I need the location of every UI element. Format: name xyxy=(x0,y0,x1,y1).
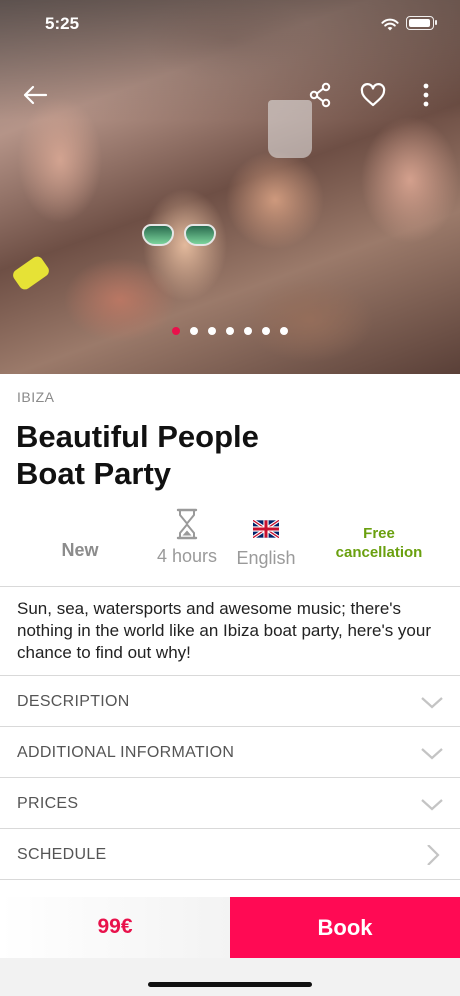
section-additional-information[interactable]: ADDITIONAL INFORMATION xyxy=(0,727,460,778)
carousel-dot[interactable] xyxy=(244,327,252,335)
back-button[interactable] xyxy=(20,80,50,110)
share-button[interactable] xyxy=(305,80,335,110)
section-label: ADDITIONAL INFORMATION xyxy=(17,744,235,761)
chevron-down-icon xyxy=(421,748,443,760)
more-button[interactable] xyxy=(416,80,436,110)
status-time: 5:25 xyxy=(45,14,80,33)
section-description[interactable]: DESCRIPTION xyxy=(0,676,460,727)
carousel-indicator[interactable] xyxy=(172,327,288,337)
title-line-1: Beautiful People xyxy=(16,419,259,454)
features-row: New 4 hours English Free cancellation xyxy=(0,508,460,586)
cancellation-line-2: cancellation xyxy=(335,544,423,561)
price-box: 99€ xyxy=(0,897,230,958)
uk-flag-icon xyxy=(253,520,279,538)
title-line-2: Boat Party xyxy=(16,456,172,491)
arrow-left-icon xyxy=(23,85,48,105)
duration-label: 4 hours xyxy=(156,546,218,566)
divider xyxy=(0,879,460,880)
carousel-dot[interactable] xyxy=(226,327,234,335)
summary-text: Sun, sea, watersports and awesome music;… xyxy=(17,599,432,662)
favorite-button[interactable] xyxy=(358,80,388,110)
status-bar: 5:25 xyxy=(0,0,460,48)
duration-feature: 4 hours xyxy=(148,508,226,567)
chevron-down-icon xyxy=(421,799,443,811)
price-label: 99€ xyxy=(97,915,133,938)
booking-bar: 99€ Book xyxy=(0,897,460,958)
carousel-dot[interactable] xyxy=(208,327,216,335)
chevron-right-icon xyxy=(427,845,440,865)
heart-icon xyxy=(360,83,386,107)
wifi-icon xyxy=(381,18,399,31)
hero-decoration xyxy=(10,254,52,292)
section-schedule[interactable]: SCHEDULE xyxy=(0,829,460,880)
section-label: DESCRIPTION xyxy=(17,693,130,710)
new-badge: New xyxy=(61,540,99,560)
section-label: SCHEDULE xyxy=(17,846,107,863)
more-vertical-icon xyxy=(423,83,429,107)
carousel-dot[interactable] xyxy=(172,327,180,335)
divider xyxy=(0,586,460,587)
activity-title: Beautiful People Boat Party xyxy=(16,418,346,492)
free-cancellation-badge: Free cancellation xyxy=(324,524,434,562)
carousel-dot[interactable] xyxy=(262,327,270,335)
hero-image[interactable]: 5:25 xyxy=(0,0,460,374)
section-prices[interactable]: PRICES xyxy=(0,778,460,829)
language-label: English xyxy=(236,548,296,568)
hero-decoration xyxy=(142,224,218,246)
share-icon xyxy=(309,82,331,108)
city-label: IBIZA xyxy=(17,389,55,405)
home-indicator[interactable] xyxy=(148,982,312,987)
section-label: PRICES xyxy=(17,795,79,812)
book-button[interactable]: Book xyxy=(230,897,460,958)
battery-icon xyxy=(406,16,437,30)
hourglass-icon xyxy=(176,508,198,540)
carousel-dot[interactable] xyxy=(190,327,198,335)
language-feature: English xyxy=(228,520,304,569)
chevron-down-icon xyxy=(421,697,443,709)
carousel-dot[interactable] xyxy=(280,327,288,335)
home-indicator-area xyxy=(0,958,460,996)
cancellation-line-1: Free xyxy=(363,525,395,542)
